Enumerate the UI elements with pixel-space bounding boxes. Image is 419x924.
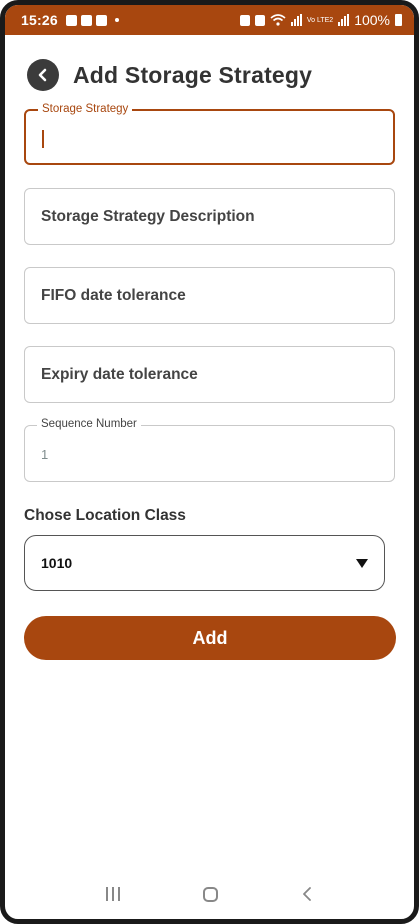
more-notifications-icon — [114, 18, 119, 22]
system-icons: Vo LTE2 100% — [239, 12, 402, 28]
system-nav-bar — [5, 869, 414, 919]
gallery-icon — [65, 14, 77, 26]
wifi-icon — [270, 14, 286, 26]
alarm-icon — [254, 14, 265, 26]
text-cursor — [42, 130, 44, 148]
fifo-placeholder: FIFO date tolerance — [41, 287, 186, 304]
fifo-tolerance-field[interactable]: FIFO date tolerance — [24, 267, 395, 324]
sequence-number-label: Sequence Number — [37, 418, 141, 430]
phone-screen: 15:26 Vo LTE2 100% Add Storage Strategy … — [0, 0, 419, 924]
sequence-number-value: 1 — [41, 447, 49, 462]
home-icon[interactable] — [202, 886, 218, 902]
page-title: Add Storage Strategy — [73, 61, 313, 88]
back-nav-icon[interactable] — [301, 886, 313, 902]
signal-icon — [290, 14, 302, 26]
description-field[interactable]: Storage Strategy Description — [24, 188, 395, 245]
add-button[interactable]: Add — [24, 616, 396, 660]
storage-strategy-label: Storage Strategy — [38, 103, 133, 115]
network-label: Vo LTE2 — [306, 16, 334, 24]
expiry-placeholder: Expiry date tolerance — [41, 366, 198, 383]
storage-strategy-field[interactable]: Storage Strategy — [24, 103, 395, 165]
expiry-tolerance-field[interactable]: Expiry date tolerance — [24, 346, 395, 403]
back-button[interactable] — [27, 59, 59, 91]
dropdown-caret-icon — [356, 558, 368, 568]
page-header: Add Storage Strategy — [27, 59, 312, 91]
status-time: 15:26 — [21, 12, 58, 28]
back-arrow-icon — [38, 68, 47, 82]
notification-icons — [65, 14, 119, 26]
recent-apps-icon[interactable] — [106, 887, 121, 901]
description-placeholder: Storage Strategy Description — [41, 208, 255, 225]
location-class-value: 1010 — [41, 555, 73, 571]
signal-icon-2 — [338, 14, 350, 26]
lock-icon — [239, 14, 250, 26]
location-class-select[interactable]: 1010 — [24, 535, 385, 591]
battery-icon — [395, 14, 402, 26]
location-class-label: Chose Location Class — [24, 507, 186, 524]
status-bar: 15:26 Vo LTE2 100% — [5, 5, 414, 35]
youtube-icon — [80, 14, 92, 26]
bag-icon — [95, 14, 107, 26]
battery-percent: 100% — [354, 12, 390, 28]
sequence-number-field[interactable]: Sequence Number 1 — [24, 418, 395, 482]
